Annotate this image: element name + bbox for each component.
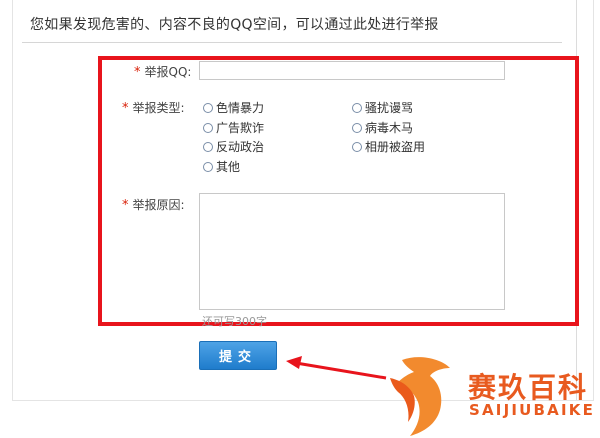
option-label: 骚扰谩骂 — [365, 101, 414, 115]
option-label: 其他 — [216, 160, 241, 174]
type-option-ad-fraud[interactable]: 广告欺诈 — [203, 119, 264, 136]
option-label: 病毒木马 — [365, 121, 414, 135]
qq-label-text: 举报QQ: — [144, 65, 192, 79]
type-option-reactionary-politics[interactable]: 反动政治 — [203, 138, 264, 155]
qq-label: * 举报QQ: — [134, 63, 191, 80]
type-option-harassment[interactable]: 骚扰谩骂 — [352, 99, 413, 116]
submit-button[interactable]: 提交 — [199, 341, 277, 370]
required-mark: * — [134, 65, 141, 80]
reason-label: * 举报原因: — [122, 196, 185, 213]
watermark-brand-cn: 赛玖百科 — [468, 371, 589, 404]
option-label: 色情暴力 — [216, 101, 265, 115]
report-notice: 您如果发现危害的、内容不良的QQ空间，可以通过此处进行举报 — [30, 17, 439, 33]
remaining-char-count: 还可写300字 — [202, 315, 267, 328]
reason-label-text: 举报原因: — [132, 198, 185, 212]
radio-button[interactable] — [203, 122, 213, 133]
radio-button[interactable] — [203, 141, 213, 152]
radio-button[interactable] — [352, 122, 362, 133]
type-option-other[interactable]: 其他 — [203, 158, 240, 175]
required-mark: * — [122, 101, 129, 116]
qq-input[interactable] — [199, 61, 505, 80]
watermark-brand-en: SAIJIUBAIKE — [469, 401, 596, 419]
radio-button[interactable] — [352, 102, 362, 113]
type-option-album-stolen[interactable]: 相册被盗用 — [352, 138, 425, 155]
type-label: * 举报类型: — [122, 99, 185, 116]
radio-button[interactable] — [203, 102, 213, 113]
reason-textarea[interactable] — [199, 193, 505, 310]
type-option-porn-violence[interactable]: 色情暴力 — [203, 99, 264, 116]
radio-button[interactable] — [352, 141, 362, 152]
radio-button[interactable] — [203, 161, 213, 172]
option-label: 广告欺诈 — [216, 121, 265, 135]
divider — [22, 42, 562, 43]
annotation-arrow-icon — [286, 356, 387, 380]
option-label: 相册被盗用 — [365, 140, 426, 154]
type-label-text: 举报类型: — [132, 101, 185, 115]
required-mark: * — [122, 198, 129, 213]
type-option-virus-trojan[interactable]: 病毒木马 — [352, 119, 413, 136]
option-label: 反动政治 — [216, 140, 265, 154]
